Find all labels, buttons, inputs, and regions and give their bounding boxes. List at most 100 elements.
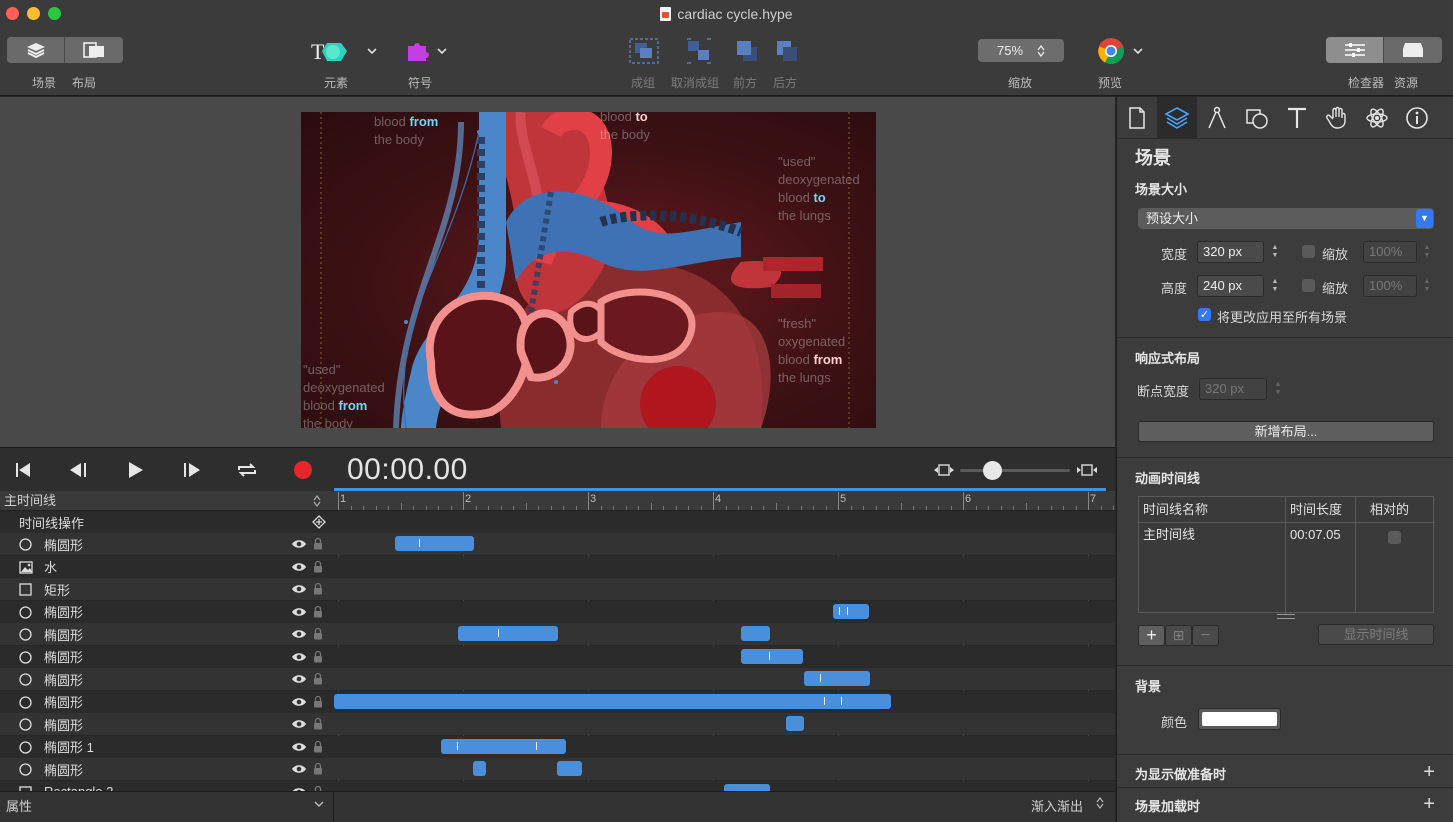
canvas-area[interactable]: blood from the body blood to the body "u… xyxy=(0,97,1115,447)
group-button[interactable] xyxy=(628,37,660,65)
layer-row[interactable]: 椭圆形 xyxy=(0,713,1115,735)
layer-row[interactable]: Rectangle 2 xyxy=(0,780,1115,791)
width-scale-stepper[interactable]: ▲ ▼ xyxy=(1422,241,1432,263)
visibility-eye-icon[interactable] xyxy=(291,562,307,572)
resize-handle-icon[interactable] xyxy=(1277,614,1295,619)
layer-track[interactable] xyxy=(334,781,1115,791)
keyframe-marker[interactable] xyxy=(847,606,848,615)
close-window-button[interactable] xyxy=(6,7,19,20)
visibility-eye-icon[interactable] xyxy=(291,584,307,594)
layer-track[interactable] xyxy=(334,578,1115,600)
layer-track[interactable] xyxy=(334,736,1115,758)
send-back-button[interactable] xyxy=(774,38,800,64)
timeline-ruler[interactable]: 1 2 3 4 5 6 7 xyxy=(334,491,1115,511)
play-button[interactable] xyxy=(120,448,150,492)
lock-icon[interactable] xyxy=(313,650,323,663)
width-scale-checkbox[interactable] xyxy=(1302,245,1315,258)
zoom-stepper[interactable]: 75% xyxy=(978,39,1064,62)
col-relative[interactable]: 相对的 xyxy=(1356,497,1435,523)
lock-icon[interactable] xyxy=(313,560,323,573)
visibility-eye-icon[interactable] xyxy=(291,607,307,617)
visibility-eye-icon[interactable] xyxy=(291,764,307,774)
minimize-window-button[interactable] xyxy=(27,7,40,20)
height-stepper[interactable]: ▲ ▼ xyxy=(1270,275,1280,297)
lock-icon[interactable] xyxy=(313,605,323,618)
timeline-actions-row[interactable]: 时间线操作 xyxy=(0,511,1115,533)
symbols-button[interactable] xyxy=(405,38,451,64)
timeline-zoom-slider[interactable] xyxy=(960,469,1070,472)
height-scale-field[interactable]: 100% xyxy=(1363,275,1417,297)
scene-button[interactable] xyxy=(7,37,65,63)
previous-frame-button[interactable] xyxy=(64,448,94,492)
animation-segment[interactable] xyxy=(833,603,869,619)
keyframe-marker[interactable] xyxy=(769,651,770,660)
add-prepare-action-button[interactable]: + xyxy=(1423,762,1435,782)
layer-track[interactable] xyxy=(334,758,1115,780)
zoom-out-timeline-icon[interactable] xyxy=(932,463,956,477)
visibility-eye-icon[interactable] xyxy=(291,719,307,729)
show-timeline-button[interactable]: 显示时间线 xyxy=(1318,624,1434,645)
timeline-zoom-slider-knob[interactable] xyxy=(983,461,1002,480)
layer-track[interactable] xyxy=(334,668,1115,690)
breakpoint-field[interactable]: 320 px xyxy=(1199,378,1267,400)
layer-row[interactable]: 椭圆形 xyxy=(0,668,1115,690)
height-scale-checkbox[interactable] xyxy=(1302,279,1315,292)
lock-icon[interactable] xyxy=(313,740,323,753)
width-scale-field[interactable]: 100% xyxy=(1363,241,1417,263)
width-field[interactable]: 320 px xyxy=(1197,241,1264,263)
tab-element[interactable] xyxy=(1237,97,1277,139)
animation-segment[interactable] xyxy=(473,761,486,776)
add-timeline-button[interactable]: + xyxy=(1138,625,1165,646)
layer-track[interactable] xyxy=(334,691,1115,713)
keyframe-marker[interactable] xyxy=(498,629,499,637)
ungroup-button[interactable] xyxy=(685,37,713,65)
layout-button[interactable] xyxy=(65,37,123,63)
height-field[interactable]: 240 px xyxy=(1197,275,1264,297)
visibility-eye-icon[interactable] xyxy=(291,539,307,549)
animation-segment[interactable] xyxy=(741,626,770,641)
inspector-button[interactable] xyxy=(1326,37,1384,63)
resources-button[interactable] xyxy=(1384,37,1442,63)
diamond-add-icon[interactable] xyxy=(312,515,326,529)
elements-button[interactable]: T xyxy=(311,38,381,64)
layer-row[interactable]: 椭圆形 xyxy=(0,690,1115,713)
layer-track[interactable] xyxy=(334,646,1115,668)
col-duration[interactable]: 时间长度 xyxy=(1286,497,1356,523)
animation-segment[interactable] xyxy=(441,738,566,754)
lock-icon[interactable] xyxy=(313,762,323,775)
zoom-in-timeline-icon[interactable] xyxy=(1075,463,1099,477)
layer-row[interactable]: 椭圆形 xyxy=(0,758,1115,780)
animation-segment[interactable] xyxy=(804,671,870,686)
add-load-action-button[interactable]: + xyxy=(1423,794,1435,814)
lock-icon[interactable] xyxy=(313,672,323,685)
layer-row[interactable]: 椭圆形 1 xyxy=(0,735,1115,758)
height-scale-stepper[interactable]: ▲ ▼ xyxy=(1422,275,1432,297)
layer-track[interactable] xyxy=(334,713,1115,735)
keyframe-marker[interactable] xyxy=(419,539,420,547)
stepper-arrows-icon[interactable] xyxy=(1096,797,1104,809)
timeline-relative-checkbox[interactable] xyxy=(1388,531,1401,544)
duplicate-timeline-button[interactable]: ⊞ xyxy=(1165,625,1192,646)
breakpoint-stepper[interactable]: ▲ ▼ xyxy=(1273,378,1283,400)
apply-all-checkbox[interactable]: ✓ xyxy=(1198,308,1211,321)
scene-stage[interactable]: blood from the body blood to the body "u… xyxy=(301,112,876,428)
chevron-down-icon[interactable] xyxy=(314,800,324,808)
layer-row[interactable]: 椭圆形 xyxy=(0,623,1115,645)
visibility-eye-icon[interactable] xyxy=(291,697,307,707)
animation-segment[interactable] xyxy=(724,783,770,791)
visibility-eye-icon[interactable] xyxy=(291,742,307,752)
properties-label[interactable]: 属性 xyxy=(6,796,32,815)
preset-size-select[interactable]: 预设大小 ▼ xyxy=(1138,208,1434,229)
go-to-start-button[interactable] xyxy=(8,448,38,492)
lock-icon[interactable] xyxy=(313,695,323,708)
easing-selector[interactable]: 渐入渐出 xyxy=(1031,796,1083,815)
tab-actions[interactable] xyxy=(1317,97,1357,139)
layer-row[interactable]: 矩形 xyxy=(0,578,1115,600)
lock-icon[interactable] xyxy=(313,627,323,640)
layer-track[interactable] xyxy=(334,623,1115,645)
keyframe-marker[interactable] xyxy=(820,674,821,682)
visibility-eye-icon[interactable] xyxy=(291,629,307,639)
keyframe-marker[interactable] xyxy=(824,696,825,705)
animation-segment[interactable] xyxy=(786,716,804,731)
width-stepper[interactable]: ▲ ▼ xyxy=(1270,241,1280,263)
